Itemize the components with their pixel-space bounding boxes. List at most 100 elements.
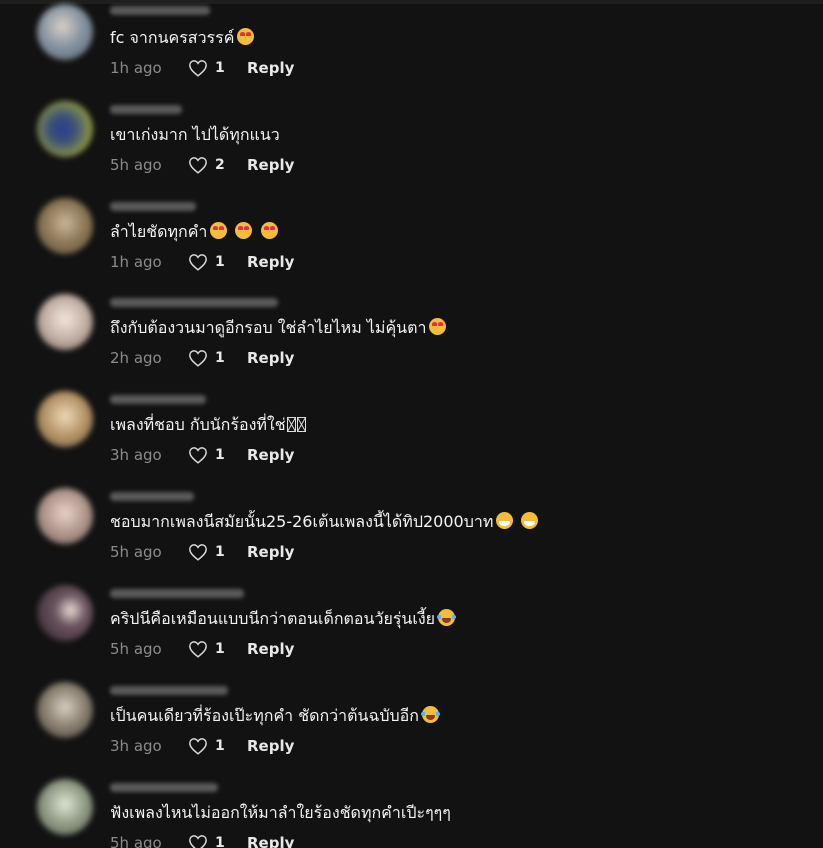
- comment-time: 5h ago: [110, 834, 162, 848]
- comment-item: เป็นคนเดียวที่ร้องเป๊ะทุกคำ ชัดกว่าต้นฉบ…: [0, 672, 823, 769]
- comment-time: 1h ago: [110, 253, 162, 271]
- comment-text: เป็นคนเดียวที่ร้องเป๊ะทุกคำ ชัดกว่าต้นฉบ…: [110, 705, 440, 727]
- reply-button[interactable]: Reply: [247, 446, 294, 464]
- comment-item: คริปนีคือเหมือนแบบนีกว่าตอนเด็กตอนวัยรุ่…: [0, 575, 823, 672]
- comment-text: เพลงที่ชอบ กับนักร้องที่ใช่: [110, 414, 306, 436]
- comment-item: ฟังเพลงไหนไม่ออกให้มาลำใยร้องชัดทุกคำเปี…: [0, 769, 823, 848]
- missing-glyph-icon: [286, 417, 296, 432]
- avatar[interactable]: [37, 682, 93, 738]
- like-button[interactable]: 1: [188, 446, 248, 464]
- like-button[interactable]: 1: [188, 349, 248, 367]
- heart-icon: [189, 60, 207, 77]
- reply-button[interactable]: Reply: [247, 253, 294, 271]
- comment-item: ถึงกับต้องวนมาดูอีกรอบ ใช่ลำไยไหม ไม่คุ้…: [0, 284, 823, 381]
- comment-time: 2h ago: [110, 349, 162, 367]
- comment-meta: 1h ago 1 Reply: [110, 57, 294, 79]
- like-count: 1: [215, 350, 225, 366]
- username-blurred[interactable]: [110, 105, 182, 114]
- username-blurred[interactable]: [110, 6, 210, 15]
- like-button[interactable]: 1: [188, 253, 248, 271]
- like-count: 2: [215, 157, 225, 173]
- like-count: 1: [215, 544, 225, 560]
- comment-meta: 5h ago 1 Reply: [110, 638, 294, 660]
- like-count: 1: [215, 641, 225, 657]
- like-button[interactable]: 1: [188, 59, 248, 77]
- comment-item: fc จากนครสวรรค์ 1h ago 1 Reply: [0, 0, 823, 91]
- comment-meta: 5h ago 1 Reply: [110, 541, 294, 563]
- heart-icon: [189, 157, 207, 174]
- comment-time: 3h ago: [110, 737, 162, 755]
- beaming-face-icon: [521, 512, 539, 529]
- comment-time: 5h ago: [110, 543, 162, 561]
- avatar[interactable]: [37, 101, 93, 157]
- face-with-tears-of-joy-icon: [420, 706, 440, 723]
- like-count: 1: [215, 835, 225, 848]
- comment-meta: 2h ago 1 Reply: [110, 347, 294, 369]
- reply-button[interactable]: Reply: [247, 737, 294, 755]
- beaming-face-icon: [496, 512, 514, 529]
- heart-icon: [189, 835, 207, 848]
- like-button[interactable]: 1: [188, 640, 248, 658]
- avatar[interactable]: [37, 488, 93, 544]
- username-blurred[interactable]: [110, 686, 228, 695]
- smiling-face-with-heart-eyes-icon: [429, 318, 447, 335]
- like-count: 1: [215, 447, 225, 463]
- avatar[interactable]: [37, 294, 93, 350]
- like-count: 1: [215, 60, 225, 76]
- avatar[interactable]: [37, 4, 93, 60]
- like-button[interactable]: 1: [188, 737, 248, 755]
- like-button[interactable]: 2: [188, 156, 248, 174]
- username-blurred[interactable]: [110, 298, 278, 307]
- avatar[interactable]: [37, 585, 93, 641]
- comment-item: ชอบมากเพลงนีสมัยนั้น25-26เต้นเพลงนี้ได้ท…: [0, 478, 823, 575]
- comment-text: ถึงกับต้องวนมาดูอีกรอบ ใช่ลำไยไหม ไม่คุ้…: [110, 317, 447, 339]
- comment-meta: 5h ago 1 Reply: [110, 832, 294, 848]
- like-button[interactable]: 1: [188, 543, 248, 561]
- missing-glyph-icon: [296, 417, 306, 432]
- comment-meta: 3h ago 1 Reply: [110, 444, 294, 466]
- comment-meta: 3h ago 1 Reply: [110, 735, 294, 757]
- smiling-face-with-heart-eyes-icon: [235, 222, 253, 239]
- username-blurred[interactable]: [110, 589, 244, 598]
- comment-item: เขาเก่งมาก ไปได้ทุกแนว 5h ago 2 Reply: [0, 91, 823, 188]
- reply-button[interactable]: Reply: [247, 156, 294, 174]
- heart-icon: [189, 447, 207, 464]
- username-blurred[interactable]: [110, 395, 206, 404]
- comment-text: fc จากนครสวรรค์: [110, 27, 255, 49]
- comment-meta: 1h ago 1 Reply: [110, 251, 294, 273]
- username-blurred[interactable]: [110, 202, 196, 211]
- reply-button[interactable]: Reply: [247, 640, 294, 658]
- heart-icon: [189, 350, 207, 367]
- username-blurred[interactable]: [110, 492, 194, 501]
- heart-icon: [189, 254, 207, 271]
- smiling-face-with-heart-eyes-icon: [237, 28, 255, 45]
- heart-icon: [189, 544, 207, 561]
- reply-button[interactable]: Reply: [247, 834, 294, 848]
- reply-button[interactable]: Reply: [247, 59, 294, 77]
- comment-item: ลำไยชัดทุกคำ 1h ago 1 Reply: [0, 188, 823, 285]
- comment-time: 5h ago: [110, 156, 162, 174]
- avatar[interactable]: [37, 198, 93, 254]
- comment-text: ลำไยชัดทุกคำ: [110, 221, 278, 243]
- heart-icon: [189, 738, 207, 755]
- comment-time: 1h ago: [110, 59, 162, 77]
- comment-text: ชอบมากเพลงนีสมัยนั้น25-26เต้นเพลงนี้ได้ท…: [110, 511, 539, 533]
- comments-panel: fc จากนครสวรรค์ 1h ago 1 Reply เขาเก่งมา…: [0, 0, 823, 848]
- comment-time: 3h ago: [110, 446, 162, 464]
- face-with-tears-of-joy-icon: [437, 609, 456, 626]
- comment-time: 5h ago: [110, 640, 162, 658]
- comment-text: คริปนีคือเหมือนแบบนีกว่าตอนเด็กตอนวัยรุ่…: [110, 608, 456, 630]
- like-count: 1: [215, 254, 225, 270]
- comment-meta: 5h ago 2 Reply: [110, 154, 294, 176]
- comment-text: ฟังเพลงไหนไม่ออกให้มาลำใยร้องชัดทุกคำเปี…: [110, 803, 451, 822]
- smiling-face-with-heart-eyes-icon: [210, 222, 228, 239]
- avatar[interactable]: [37, 391, 93, 447]
- avatar[interactable]: [37, 779, 93, 835]
- reply-button[interactable]: Reply: [247, 543, 294, 561]
- like-count: 1: [215, 738, 225, 754]
- comment-item: เพลงที่ชอบ กับนักร้องที่ใช่ 3h ago 1 Rep…: [0, 381, 823, 478]
- reply-button[interactable]: Reply: [247, 349, 294, 367]
- like-button[interactable]: 1: [188, 834, 248, 848]
- heart-icon: [189, 641, 207, 658]
- username-blurred[interactable]: [110, 783, 218, 792]
